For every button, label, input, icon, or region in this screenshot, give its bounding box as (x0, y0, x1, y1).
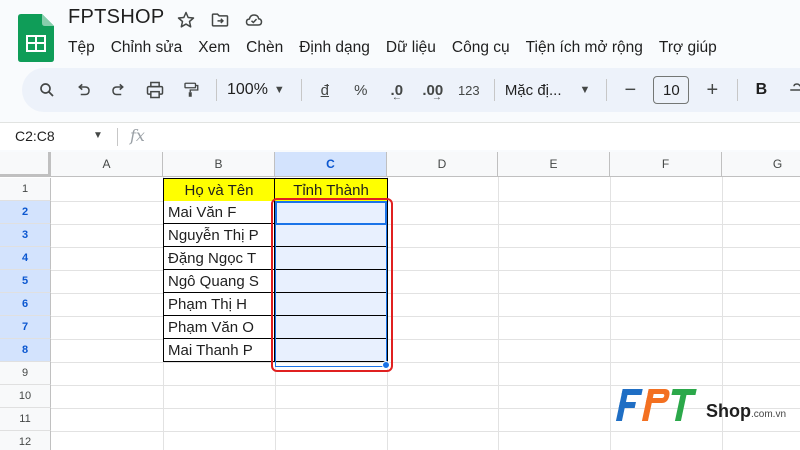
cell-b1-header[interactable]: Họ và Tên (163, 178, 275, 202)
row-header-10[interactable]: 10 (0, 385, 51, 408)
zoom-select[interactable]: 100% (227, 81, 268, 99)
menu-file[interactable]: Tệp (60, 37, 103, 59)
gridline (498, 177, 499, 450)
function-icon: fx (130, 126, 145, 145)
redo-icon[interactable] (106, 74, 132, 106)
row-header-6[interactable]: 6 (0, 293, 51, 316)
row-header-2[interactable]: 2 (0, 201, 51, 224)
cell-b8[interactable]: Mai Thanh P (163, 339, 275, 362)
bold-button[interactable]: B (748, 74, 774, 106)
formula-bar-divider (117, 128, 118, 146)
cell-b5[interactable]: Ngô Quang S (163, 270, 275, 293)
percent-format-button[interactable]: % (348, 74, 374, 106)
menu-tools[interactable]: Công cụ (444, 37, 518, 59)
chevron-down-icon[interactable]: ▼ (580, 84, 591, 96)
toolbar-divider (606, 79, 608, 101)
formula-bar: C2:C8 ▼ fx (0, 122, 800, 150)
cell-b2[interactable]: Mai Văn F (163, 201, 275, 224)
font-family-select[interactable]: Mặc đị... (505, 82, 562, 99)
toolbar-divider (493, 79, 495, 101)
toolbar-divider (737, 79, 739, 101)
increase-decimal-button[interactable]: .00 → (420, 74, 446, 106)
cell-b7[interactable]: Phạm Văn O (163, 316, 275, 339)
column-header-e[interactable]: E (498, 152, 610, 177)
gridline (610, 177, 611, 450)
undo-icon[interactable] (70, 74, 96, 106)
paint-format-icon[interactable] (178, 74, 204, 106)
search-icon[interactable] (34, 74, 60, 106)
row-header-8[interactable]: 8 (0, 339, 51, 362)
toolbar-divider (216, 79, 217, 101)
toolbar: 100% ▼ đ % .0 ← .00 → 123 Mặc đị... ▼ − … (22, 68, 800, 112)
cell-b6[interactable]: Phạm Thị H (163, 293, 275, 316)
gridline (51, 362, 800, 363)
watermark-domain-text: .com.vn (751, 409, 786, 420)
column-header-d[interactable]: D (387, 152, 498, 177)
star-icon[interactable] (172, 8, 200, 32)
menu-format[interactable]: Định dạng (291, 37, 378, 59)
print-icon[interactable] (142, 74, 168, 106)
menu-view[interactable]: Xem (190, 37, 238, 59)
column-header-c[interactable]: C (275, 152, 387, 177)
column-header-a[interactable]: A (51, 152, 163, 177)
menu-bar: Tệp Chỉnh sửa Xem Chèn Định dạng Dữ liệu… (60, 37, 725, 59)
title-actions (172, 8, 268, 32)
watermark-shop-text: Shop (706, 401, 751, 421)
row-header-9[interactable]: 9 (0, 362, 51, 385)
sheets-window: FPTSHOP Tệp Chỉnh sửa Xem Chèn Định dạng… (0, 0, 800, 450)
fptshop-logo: Shop .com.vn (615, 389, 786, 421)
cell-b3[interactable]: Nguyễn Thị P (163, 224, 275, 247)
arrow-left-icon: ← (391, 92, 402, 103)
menu-edit[interactable]: Chỉnh sửa (103, 37, 191, 59)
toolbar-divider (300, 79, 302, 101)
name-box[interactable]: C2:C8 (15, 128, 55, 144)
row-header-12[interactable]: 12 (0, 431, 51, 450)
menu-insert[interactable]: Chèn (238, 37, 291, 59)
row-header-11[interactable]: 11 (0, 408, 51, 431)
menu-extensions[interactable]: Tiện ích mở rộng (518, 37, 651, 59)
increase-font-size-button[interactable]: + (699, 74, 725, 106)
row-header-5[interactable]: 5 (0, 270, 51, 293)
chevron-down-icon[interactable]: ▼ (274, 84, 285, 96)
decrease-decimal-button[interactable]: .0 ← (384, 74, 410, 106)
font-size-input[interactable]: 10 (653, 76, 690, 104)
select-all-corner[interactable] (0, 152, 51, 177)
annotation-highlight-box (271, 198, 393, 372)
decrease-font-size-button[interactable]: − (617, 74, 643, 106)
cell-b4[interactable]: Đặng Ngọc T (163, 247, 275, 270)
column-header-g[interactable]: G (722, 152, 800, 177)
currency-format-button[interactable]: đ (312, 74, 338, 106)
row-header-7[interactable]: 7 (0, 316, 51, 339)
chevron-down-icon[interactable]: ▼ (93, 130, 103, 141)
move-to-folder-icon[interactable] (206, 8, 234, 32)
column-header-f[interactable]: F (610, 152, 722, 177)
row-header-4[interactable]: 4 (0, 247, 51, 270)
google-sheets-logo-icon[interactable] (18, 14, 54, 62)
menu-data[interactable]: Dữ liệu (378, 37, 444, 59)
row-header-1[interactable]: 1 (0, 178, 51, 201)
cloud-status-icon[interactable] (240, 8, 268, 32)
column-header-b[interactable]: B (163, 152, 275, 177)
row-header-3[interactable]: 3 (0, 224, 51, 247)
number-format-button[interactable]: 123 (456, 74, 482, 106)
document-title[interactable]: FPTSHOP (68, 6, 165, 29)
menu-help[interactable]: Trợ giúp (651, 37, 725, 59)
arrow-right-icon: → (431, 92, 442, 103)
strikethrough-icon[interactable] (784, 74, 800, 106)
